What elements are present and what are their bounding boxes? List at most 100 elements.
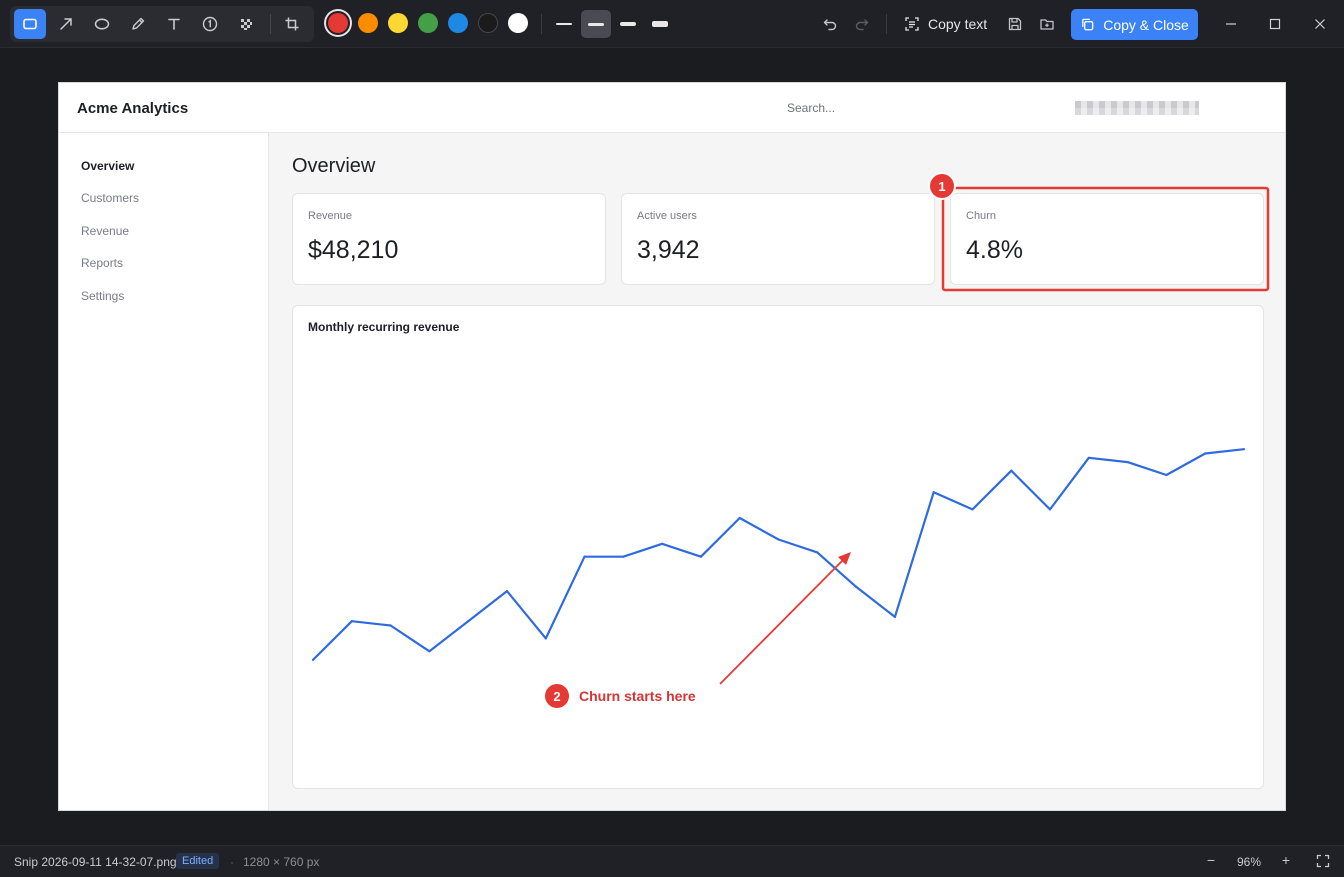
data-point-8 — [622, 555, 625, 558]
data-point-7 — [583, 555, 586, 558]
sidebar-item-reports: Reports — [81, 256, 124, 270]
data-point-5 — [505, 590, 509, 593]
step-badge-1[interactable]: 1 — [930, 174, 954, 198]
stroke-medium-line — [588, 22, 604, 26]
data-point-2 — [389, 624, 392, 627]
data-point-16 — [932, 491, 935, 494]
undo-button[interactable] — [818, 12, 842, 36]
undo-icon — [823, 19, 837, 31]
maximize-button[interactable] — [1265, 14, 1285, 34]
app-brand: Acme Analytics — [77, 100, 189, 117]
color-swatch-red[interactable] — [328, 13, 348, 33]
stroke-medium-button[interactable] — [581, 10, 611, 38]
pixelate-icon — [241, 19, 252, 30]
save-to-folder-button[interactable] — [1035, 12, 1059, 36]
card-value: 3,942 — [637, 236, 700, 264]
arrow-tool-button[interactable] — [50, 9, 82, 39]
pixelate-tool-button[interactable] — [230, 9, 262, 39]
data-point-22 — [1165, 473, 1168, 477]
data-point-23 — [1204, 452, 1207, 455]
sidebar-item-customers: Customers — [81, 191, 140, 205]
data-point-12 — [777, 538, 780, 541]
toolbar-divider — [541, 14, 542, 34]
sidebar-item-settings: Settings — [81, 289, 125, 303]
rectangle-tool-button[interactable] — [14, 9, 46, 39]
zoom-in-button[interactable]: + — [1279, 852, 1293, 870]
card-label: Revenue — [308, 210, 353, 222]
data-point-20 — [1087, 456, 1090, 459]
data-point-9 — [661, 542, 664, 545]
data-point-10 — [699, 555, 703, 558]
save-button[interactable] — [1003, 12, 1027, 36]
card-value: $48,210 — [308, 236, 399, 264]
stroke-thick-line — [620, 22, 636, 26]
data-point-24 — [1242, 448, 1246, 451]
edited-badge: Edited — [176, 853, 220, 869]
text-tool-button[interactable] — [158, 9, 190, 39]
stroke-thin-button[interactable] — [549, 10, 579, 38]
crop-icon — [285, 17, 299, 31]
zoom-level: 96% — [1237, 855, 1262, 869]
data-point-17 — [971, 508, 974, 511]
ellipse-icon — [94, 18, 110, 30]
minimize-icon — [1226, 23, 1236, 25]
file-name: Snip 2026-09-11 14-32-07.png — [14, 855, 177, 869]
copy-text-button[interactable]: Copy text — [904, 10, 987, 38]
card-value: 4.8% — [966, 236, 1023, 264]
zoom-out-button[interactable]: − — [1204, 852, 1218, 870]
folder-plus-icon — [1040, 19, 1054, 30]
text-icon — [168, 18, 180, 30]
color-swatch-white[interactable] — [508, 13, 528, 33]
stroke-thick-button[interactable] — [613, 10, 643, 38]
color-swatch-blue[interactable] — [448, 13, 468, 33]
step-number-tool-button[interactable] — [194, 9, 226, 39]
numbered-step-icon — [202, 16, 218, 32]
pen-icon — [132, 17, 145, 30]
ellipse-tool-button[interactable] — [86, 9, 118, 39]
pixelated-region — [1075, 101, 1199, 115]
revenue-card: Revenue $48,210 — [292, 193, 606, 285]
page-title: Overview — [292, 155, 376, 177]
data-point-19 — [1048, 508, 1052, 511]
minimize-button[interactable] — [1221, 14, 1241, 34]
toolbar-divider — [886, 14, 887, 34]
maximize-icon — [1269, 18, 1281, 30]
color-swatch-orange[interactable] — [358, 13, 378, 33]
stroke-extra-thick-button[interactable] — [645, 10, 675, 38]
card-label: Active users — [637, 210, 697, 222]
revenue-chart-card: Monthly recurring revenue — [292, 305, 1264, 789]
step-badge-2[interactable]: 2 — [545, 684, 569, 708]
sidebar-item-overview: Overview — [81, 159, 135, 173]
color-swatch-black[interactable] — [478, 13, 498, 33]
app-sidebar: Overview Customers Revenue Reports Setti… — [59, 133, 269, 810]
search-input: Search... — [787, 101, 836, 115]
annotation-text[interactable]: Churn starts here — [579, 688, 696, 704]
data-point-18 — [1010, 469, 1013, 472]
data-point-14 — [854, 585, 858, 588]
data-point-4 — [467, 620, 470, 623]
data-point-21 — [1126, 461, 1129, 464]
status-bar: Snip 2026-09-11 14-32-07.png Edited · 12… — [0, 845, 1344, 877]
data-point-6 — [544, 637, 547, 640]
revenue-chart — [311, 448, 1246, 661]
sidebar-item-revenue: Revenue — [81, 224, 130, 238]
churn-card: Churn 4.8% — [950, 193, 1264, 285]
copy-text-label: Copy text — [928, 16, 988, 32]
data-point-0 — [311, 658, 315, 661]
data-point-11 — [738, 516, 741, 520]
close-button[interactable] — [1310, 14, 1330, 34]
save-icon — [1008, 17, 1022, 31]
stroke-thin-line — [556, 23, 572, 25]
color-swatch-green[interactable] — [418, 13, 438, 33]
crop-tool-button[interactable] — [276, 9, 308, 39]
editor-canvas[interactable]: Acme Analytics Search... Overview Custom… — [0, 48, 1344, 845]
close-icon — [1315, 19, 1325, 29]
copy-and-close-button[interactable]: Copy & Close — [1071, 9, 1198, 40]
fit-to-window-icon[interactable] — [1316, 854, 1330, 868]
redo-button[interactable] — [850, 12, 874, 36]
color-swatch-yellow[interactable] — [388, 13, 408, 33]
annotation-tool-group — [10, 6, 314, 42]
status-separator: · — [230, 855, 234, 869]
app-header: Acme Analytics Search... — [59, 83, 1285, 133]
pen-tool-button[interactable] — [122, 9, 154, 39]
